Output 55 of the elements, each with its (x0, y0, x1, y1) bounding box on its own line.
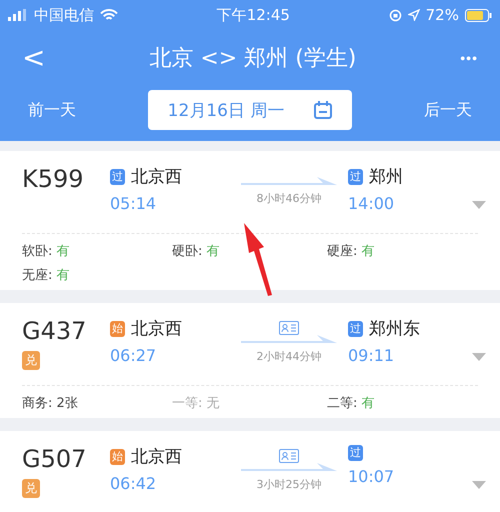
page-title: 北京 <> 郑州 (学生) (149, 44, 356, 72)
train-number: G507 (22, 445, 86, 473)
station-name: 北京西 (131, 318, 182, 340)
battery-percent: 72% (426, 6, 459, 24)
wifi-icon (100, 8, 118, 22)
train-number: K599 (22, 165, 84, 193)
train-card[interactable]: G507 兑 始 北京西 06:42 3小时25分钟 过 10:07 (0, 431, 500, 512)
arrival-badge: 过 (348, 168, 363, 184)
station-name: 郑州 (369, 166, 403, 188)
departure-badge: 始 (110, 448, 125, 464)
train-tag: 兑 (22, 351, 40, 370)
arrival-time: 14:00 (348, 194, 396, 213)
direction-arrow-icon (241, 177, 337, 187)
travel-duration: 2小时44分钟 (256, 349, 322, 364)
travel-duration: 8小时46分钟 (256, 191, 322, 206)
travel-duration: 3小时25分钟 (256, 477, 322, 492)
arrival-time: 10:07 (348, 467, 396, 486)
seat-availability: 软卧: 有 (22, 243, 71, 260)
seat-availability: 二等: 有 (327, 395, 376, 412)
seat-availability: 商务: 2张 (22, 395, 79, 412)
train-number: G437 (22, 317, 86, 345)
previous-day-button[interactable]: 前一天 (28, 100, 76, 120)
departure-time: 05:14 (110, 194, 158, 213)
direction-arrow-icon (241, 463, 337, 473)
arrival-time: 09:11 (348, 346, 396, 365)
seat-availability: 无座: 有 (22, 267, 71, 284)
expand-icon[interactable] (472, 353, 486, 361)
train-tag: 兑 (22, 479, 40, 498)
more-button[interactable]: ••• (460, 50, 478, 66)
direction-arrow-icon (241, 335, 337, 345)
station-name: 郑州东 (369, 318, 420, 340)
clock-time: 下午12:45 (216, 6, 290, 24)
location-icon (408, 9, 420, 21)
departure-time: 06:27 (110, 346, 158, 365)
arrival-badge: 过 (348, 320, 363, 336)
departure-badge: 始 (110, 320, 125, 336)
seat-availability: 硬卧: 有 (172, 243, 221, 260)
carrier-name: 中国电信 (34, 6, 94, 24)
departure-badge: 过 (110, 168, 125, 184)
battery-icon (464, 8, 492, 22)
arrival-badge: 过 (348, 445, 363, 461)
station-name: 北京西 (131, 446, 182, 468)
rotation-lock-icon (388, 8, 402, 22)
seat-availability: 一等: 无 (172, 395, 221, 412)
expand-icon[interactable] (472, 481, 486, 489)
station-name: 北京西 (131, 166, 182, 188)
train-card[interactable]: G437 兑 始 北京西 06:27 2小时44分钟 过 郑州东 09:11 商务: 2张 一等: 无 二等: 有 (0, 303, 500, 418)
expand-icon[interactable] (472, 201, 486, 209)
back-button[interactable]: < (22, 41, 46, 74)
date-picker[interactable]: 12月16日 周一 (148, 90, 352, 130)
seat-availability: 硬座: 有 (327, 243, 376, 260)
signal-icon (8, 9, 28, 21)
calendar-icon (314, 101, 332, 119)
departure-time: 06:42 (110, 474, 158, 493)
next-day-button[interactable]: 后一天 (424, 100, 472, 120)
